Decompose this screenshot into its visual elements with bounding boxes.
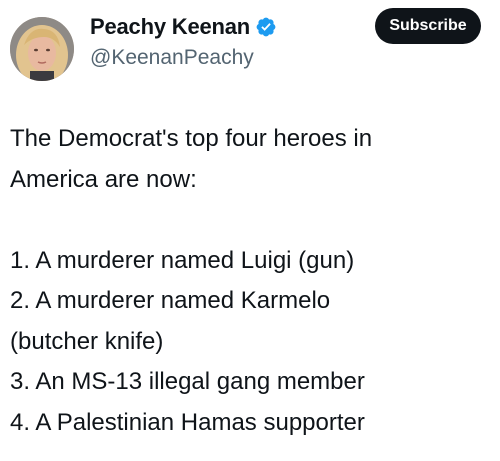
verified-badge-icon bbox=[255, 16, 277, 38]
post-text: The Democrat's top four heroes in Americ… bbox=[10, 119, 490, 443]
author-name-row: Peachy Keenan bbox=[90, 12, 277, 42]
post-card: Peachy Keenan @KeenanPeachy Subscribe Th… bbox=[0, 0, 500, 461]
post-text-line: The Democrat's top four heroes in bbox=[10, 125, 373, 152]
post-list-item: 2. A murderer named Karmelo bbox=[10, 287, 331, 314]
post-list-item: 1. A murderer named Luigi (gun) bbox=[10, 246, 355, 274]
author-handle[interactable]: @KeenanPeachy bbox=[90, 46, 254, 70]
author-display-name[interactable]: Peachy Keenan bbox=[90, 14, 250, 40]
post-list-item: 3. An MS-13 illegal gang member bbox=[10, 368, 365, 395]
post-text-blank-line bbox=[10, 200, 490, 241]
subscribe-button[interactable]: Subscribe bbox=[375, 8, 481, 44]
post-list-item-continuation: (butcher knife) bbox=[10, 327, 164, 355]
avatar[interactable] bbox=[10, 17, 74, 81]
avatar-image bbox=[10, 17, 74, 81]
post-list-item: 4. A Palestinian Hamas supporter bbox=[10, 408, 365, 436]
post-text-line: America are now: bbox=[10, 165, 197, 193]
